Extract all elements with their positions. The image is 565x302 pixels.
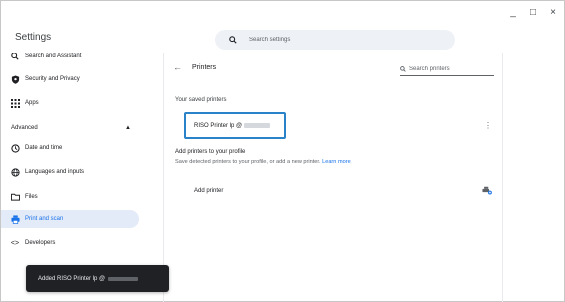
section-label: Advanced bbox=[11, 125, 38, 131]
minimize-button[interactable]: _ bbox=[508, 7, 518, 18]
toast-notification: Added RISO Printer lp @ bbox=[26, 265, 169, 292]
sidebar-item-label: Apps bbox=[25, 100, 39, 106]
sidebar-item-label: Developers bbox=[25, 240, 56, 246]
sidebar-item-label: Languages and inputs bbox=[25, 169, 85, 175]
add-printer-icon[interactable] bbox=[482, 186, 492, 197]
chevron-up-icon: ▲ bbox=[125, 125, 131, 131]
shield-icon bbox=[10, 74, 20, 84]
learn-more-link[interactable]: Learn more bbox=[322, 159, 351, 165]
printer-name-text: RISO Printer lp @ bbox=[194, 123, 243, 130]
close-button[interactable]: × bbox=[548, 7, 558, 18]
printer-name: RISO Printer lp @ bbox=[194, 123, 271, 130]
saved-printer-row[interactable]: RISO Printer lp @ ⋮ bbox=[164, 112, 504, 139]
code-icon: <> bbox=[10, 239, 20, 247]
main-content: ← Printers Your saved printers RISO Prin… bbox=[163, 53, 503, 302]
sidebar-item-label: Security and Privacy bbox=[25, 76, 80, 82]
sidebar-item-label: Files bbox=[25, 194, 38, 200]
add-printers-heading: Add printers to your profile bbox=[175, 149, 246, 155]
redacted-address bbox=[244, 123, 271, 128]
printer-search-input[interactable] bbox=[409, 65, 487, 72]
window-controls: _ □ × bbox=[508, 7, 558, 18]
printers-header: ← Printers bbox=[164, 58, 504, 80]
add-printer-row[interactable]: Add printer bbox=[164, 183, 504, 203]
folder-icon bbox=[10, 192, 20, 202]
apps-grid-icon bbox=[10, 98, 20, 108]
description-text: Save detected printers to your profile, … bbox=[175, 159, 321, 165]
clock-icon bbox=[10, 143, 20, 153]
sidebar-item-label: Print and scan bbox=[25, 216, 64, 222]
sidebar-item-developers[interactable]: <> Developers bbox=[1, 234, 139, 252]
sidebar-item-apps[interactable]: Apps bbox=[1, 94, 139, 112]
search-icon bbox=[400, 65, 406, 72]
printers-heading: Printers bbox=[192, 64, 217, 71]
sidebar-item-security-privacy[interactable]: Security and Privacy bbox=[1, 70, 139, 88]
maximize-button[interactable]: □ bbox=[528, 7, 538, 18]
page-title: Settings bbox=[15, 32, 52, 43]
settings-window: _ □ × Settings Search and Assistant Secu… bbox=[0, 0, 565, 302]
add-printers-description: Save detected printers to your profile, … bbox=[175, 159, 351, 165]
saved-printers-label: Your saved printers bbox=[175, 97, 227, 103]
toast-message: Added RISO Printer lp @ bbox=[38, 275, 106, 282]
more-options-icon[interactable]: ⋮ bbox=[484, 121, 492, 130]
search-icon bbox=[229, 36, 237, 44]
globe-icon bbox=[10, 167, 20, 177]
redacted-address bbox=[108, 276, 139, 281]
printer-icon bbox=[10, 214, 20, 224]
sidebar-item-label: Search and Assistant bbox=[25, 53, 82, 59]
search-icon bbox=[10, 53, 20, 61]
sidebar-section-advanced[interactable]: Advanced ▲ bbox=[11, 121, 131, 135]
sidebar-item-date-time[interactable]: Date and time bbox=[1, 139, 139, 157]
printer-search-box[interactable] bbox=[400, 62, 494, 76]
sidebar-item-files[interactable]: Files bbox=[1, 188, 139, 206]
sidebar-item-print-scan[interactable]: Print and scan bbox=[1, 210, 139, 228]
sidebar-item-label: Date and time bbox=[25, 145, 63, 151]
add-printer-label: Add printer bbox=[194, 188, 224, 194]
back-arrow-icon[interactable]: ← bbox=[173, 62, 182, 72]
settings-search-bar[interactable] bbox=[215, 30, 455, 50]
search-input[interactable] bbox=[249, 37, 429, 43]
sidebar-item-search-assistant[interactable]: Search and Assistant bbox=[1, 53, 139, 65]
sidebar-item-languages[interactable]: Languages and inputs bbox=[1, 163, 139, 181]
